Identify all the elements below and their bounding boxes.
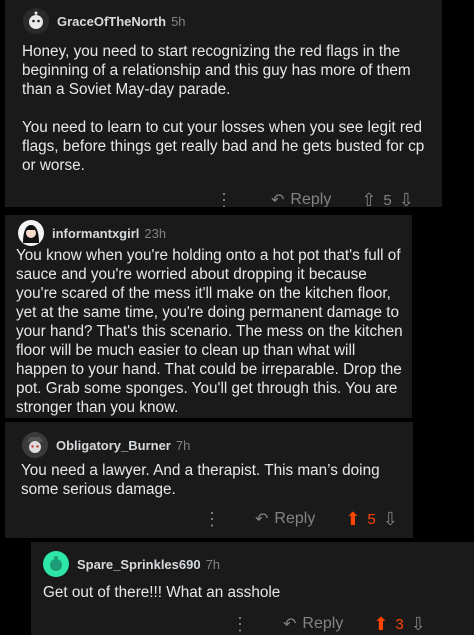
anime-avatar-icon [23,225,39,243]
username[interactable]: informantxgirl [52,226,139,241]
comment-card: Obligatory_Burner 7h You need a lawyer. … [5,422,413,538]
comment-header: Obligatory_Burner 7h [22,432,190,458]
comment-body: You know when you're holding onto a hot … [16,246,408,417]
more-options-icon[interactable]: ⋮ [231,615,249,633]
upvote-arrow-icon[interactable]: ⬆ [373,615,388,633]
vote-score: 5 [367,510,376,528]
reply-arrow-icon[interactable]: ↶ [271,190,284,207]
comment-body: Get out of there!!! What an asshole [43,583,463,602]
comment-paragraph: You need a lawyer. And a therapist. This… [21,462,380,498]
comment-body: You need a lawyer. And a therapist. This… [21,461,401,499]
comment-actions: ⋮ ↶ Reply ⬆ 5 ⇩ [203,509,398,529]
comment-body: Honey, you need to start recognizing the… [22,42,432,175]
comment-paragraph: You know when you're holding onto a hot … [16,247,403,416]
upvote-arrow-icon[interactable]: ⬆ [345,510,360,528]
comment-paragraph: Get out of there!!! What an asshole [43,584,281,601]
more-options-icon[interactable]: ⋮ [203,510,221,528]
comment-actions: ⋮ ↶ Reply ⇧ 5 ⇩ [215,190,414,207]
snoo-avatar-icon [29,11,43,29]
snoo-avatar-icon [50,556,62,571]
comment-card: informantxgirl 23h You know when you're … [5,215,412,418]
timestamp: 7h [205,556,221,572]
user-avatar[interactable] [43,551,69,577]
username[interactable]: Obligatory_Burner [56,438,171,453]
user-avatar[interactable] [18,220,44,246]
comment-header: GraceOfTheNorth 5h [23,8,186,34]
reply-button[interactable]: Reply [290,191,331,207]
reply-button[interactable]: Reply [302,615,343,633]
comment-header: Spare_Sprinkles690 7h [43,551,220,577]
vote-score: 5 [383,191,392,208]
downvote-arrow-icon[interactable]: ⇩ [383,510,398,528]
upvote-arrow-icon[interactable]: ⇧ [361,191,376,207]
timestamp: 7h [175,437,191,453]
timestamp: 5h [171,13,186,29]
vote-score: 3 [395,615,404,633]
reply-button[interactable]: Reply [274,510,315,528]
downvote-arrow-icon[interactable]: ⇩ [399,191,414,207]
reply-arrow-icon[interactable]: ↶ [255,509,268,529]
timestamp: 23h [144,225,167,241]
comment-card: GraceOfTheNorth 5h Honey, you need to st… [5,0,442,207]
comment-card: Spare_Sprinkles690 7h Get out of there!!… [31,542,474,635]
user-avatar[interactable] [23,8,49,34]
username[interactable]: Spare_Sprinkles690 [77,557,201,572]
snoo-burner-avatar-icon [27,437,43,453]
downvote-arrow-icon[interactable]: ⇩ [411,615,426,633]
comment-paragraph: Honey, you need to start recognizing the… [22,43,411,98]
comment-header: informantxgirl 23h [18,220,166,246]
more-options-icon[interactable]: ⋮ [215,191,233,207]
reply-arrow-icon[interactable]: ↶ [283,614,296,634]
comment-actions: ⋮ ↶ Reply ⬆ 3 ⇩ [231,614,426,634]
comment-paragraph: You need to learn to cut your losses whe… [22,119,425,174]
username[interactable]: GraceOfTheNorth [57,14,166,29]
user-avatar[interactable] [22,432,48,458]
